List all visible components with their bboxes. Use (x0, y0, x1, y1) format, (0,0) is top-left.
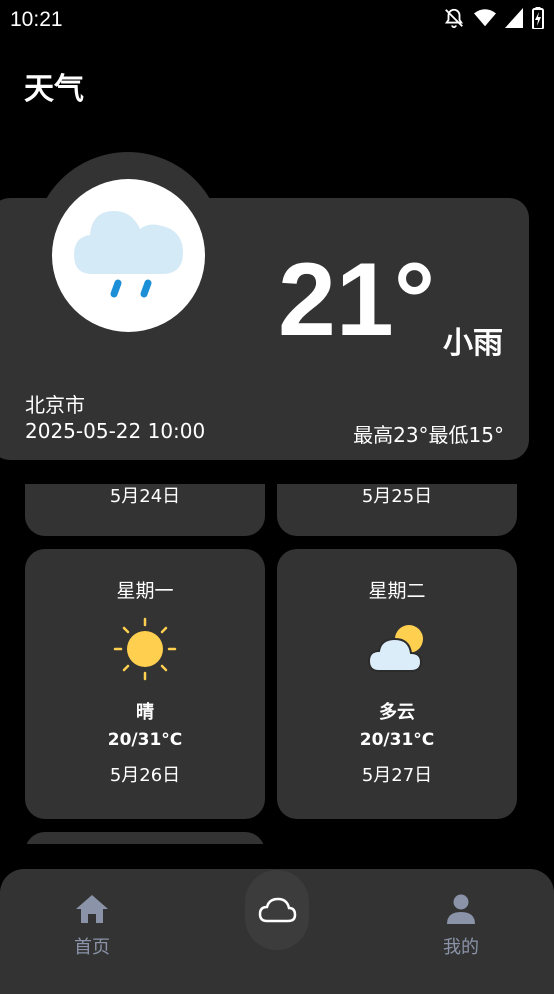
notifications-off-icon (444, 8, 464, 29)
forecast-date: 5月24日 (109, 486, 181, 507)
current-weather-icon-badge (52, 179, 205, 332)
cloud-icon (258, 897, 297, 923)
battery-charging-icon (532, 7, 544, 29)
forecast-card[interactable]: 星期一 晴 20/31°C 5月26日 (25, 549, 265, 819)
status-bar: 10:21 (0, 0, 554, 40)
forecast-card[interactable]: 5月25日 (277, 484, 517, 536)
person-icon (447, 894, 475, 924)
forecast-date: 5月25日 (361, 486, 433, 507)
forecast-temp: 20/31°C (359, 730, 435, 750)
page-title: 天气 (24, 72, 84, 107)
temperature-range: 最高23°最低15° (353, 423, 504, 447)
status-time: 10:21 (10, 8, 63, 31)
nav-item-mine[interactable]: 我的 (416, 893, 506, 959)
home-icon (76, 895, 108, 923)
forecast-card[interactable]: 5月24日 (25, 484, 265, 536)
nav-home-label: 首页 (74, 937, 110, 958)
nav-item-home[interactable]: 首页 (47, 893, 137, 959)
forecast-condition: 多云 (379, 702, 415, 723)
forecast-date: 5月26日 (109, 765, 181, 786)
nav-mine-label: 我的 (443, 937, 479, 958)
current-temperature: 21° (278, 242, 436, 358)
forecast-condition: 晴 (136, 702, 154, 723)
current-datetime: 2025-05-22 10:00 (25, 419, 206, 443)
forecast-grid[interactable]: 5月24日 5月25日 星期一 晴 20/31°C 5月26日 星期二 多云 2… (0, 484, 554, 844)
forecast-card[interactable] (25, 832, 265, 844)
forecast-weekday: 星期一 (116, 580, 174, 602)
light-rain-icon (74, 211, 183, 298)
current-condition: 小雨 (443, 326, 503, 361)
wifi-icon (474, 9, 496, 27)
forecast-weekday: 星期二 (368, 580, 426, 602)
cellular-signal-icon (505, 8, 523, 28)
forecast-date: 5月27日 (361, 765, 433, 786)
status-icons (443, 7, 544, 29)
forecast-temp: 20/31°C (107, 730, 183, 750)
partly-cloudy-icon (365, 617, 429, 681)
forecast-card[interactable]: 星期二 多云 20/31°C 5月27日 (277, 549, 517, 819)
nav-item-weather[interactable] (245, 870, 309, 950)
sunny-icon (113, 617, 177, 681)
current-city: 北京市 (25, 393, 85, 417)
